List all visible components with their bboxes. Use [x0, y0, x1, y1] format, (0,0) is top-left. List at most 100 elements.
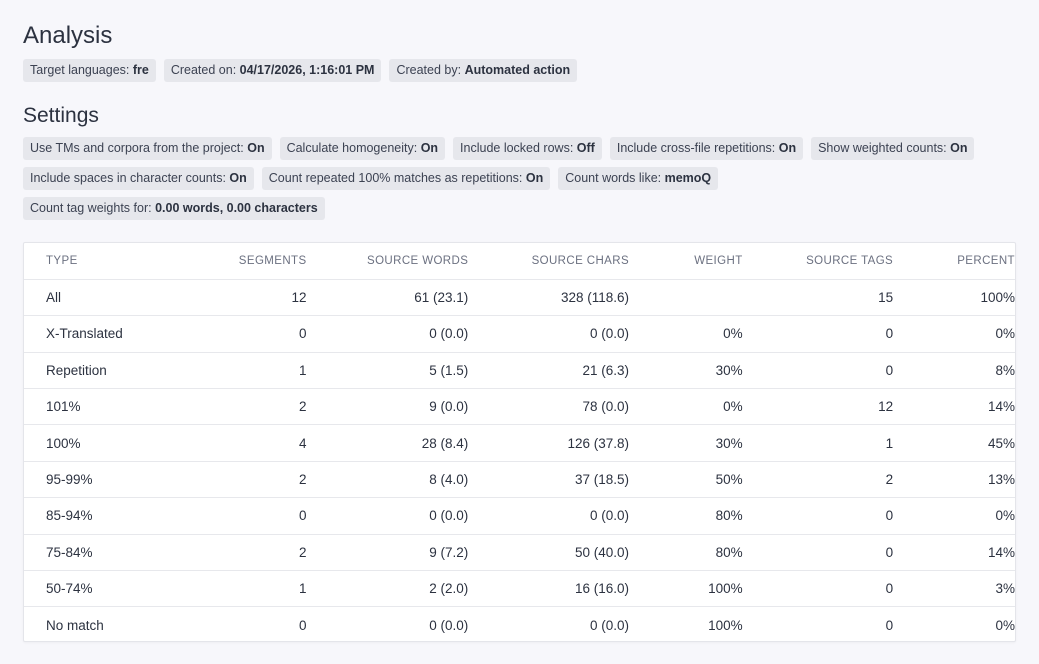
cell-segments: 0	[299, 617, 307, 633]
cell-percent: 8%	[995, 362, 1015, 378]
cell-source-words: 61 (23.1)	[414, 290, 469, 306]
cell-source-words: 9 (0.0)	[429, 399, 469, 415]
table-row: 100% 4 28 (8.4) 126 (37.8) 30% 1 45%	[24, 425, 1015, 462]
chip-created-on: Created on: 04/17/2026, 1:16:01 PM	[163, 59, 382, 82]
cell-percent: 14%	[987, 544, 1015, 560]
cell-segments: 2	[299, 472, 307, 488]
cell-type: 50-74%	[46, 581, 93, 597]
cell-weight: 80%	[715, 508, 743, 524]
cell-source-tags: 12	[878, 399, 894, 415]
cell-source-chars: 78 (0.0)	[582, 399, 630, 415]
cell-segments: 2	[299, 544, 307, 560]
cell-segments: 0	[299, 508, 307, 524]
cell-segments: 1	[299, 581, 307, 597]
analysis-table: TYPE SEGMENTS SOURCE WORDS SOURCE CHARS …	[24, 243, 1015, 643]
table-row: 85-94% 0 0 (0.0) 0 (0.0) 80% 0 0%	[24, 498, 1015, 535]
cell-source-words: 8 (4.0)	[429, 472, 469, 488]
cell-segments: 2	[299, 399, 307, 415]
cell-source-tags: 0	[885, 326, 894, 342]
col-header-percent: PERCENT	[957, 254, 1015, 267]
setting-cross-file: Include cross-file repetitions: On	[609, 137, 804, 160]
cell-type: All	[46, 290, 62, 306]
cell-segments: 0	[299, 326, 307, 342]
settings-row-1: Use TMs and corpora from the project: On…	[23, 137, 975, 160]
cell-percent: 14%	[987, 399, 1015, 415]
chip-created-by: Created by: Automated action	[389, 59, 578, 82]
setting-use-tms: Use TMs and corpora from the project: On	[23, 137, 272, 160]
cell-percent: 3%	[995, 581, 1015, 597]
table-row: 75-84% 2 9 (7.2) 50 (40.0) 80% 0 14%	[24, 534, 1015, 571]
setting-weighted-counts: Show weighted counts: On	[811, 137, 975, 160]
cell-weight: 100%	[708, 581, 743, 597]
table-row: No match 0 0 (0.0) 0 (0.0) 100% 0 0%	[24, 607, 1015, 643]
col-header-segments: SEGMENTS	[238, 254, 307, 267]
table-row: All 12 61 (23.1) 328 (118.6) 15 100%	[24, 279, 1015, 316]
setting-locked-rows: Include locked rows: Off	[453, 137, 602, 160]
cell-source-tags: 0	[885, 362, 894, 378]
col-header-weight: WEIGHT	[694, 254, 743, 267]
cell-source-tags: 0	[885, 508, 894, 524]
cell-weight: 80%	[715, 544, 743, 560]
cell-type: 100%	[46, 435, 81, 451]
analysis-table-card: TYPE SEGMENTS SOURCE WORDS SOURCE CHARS …	[23, 242, 1016, 642]
col-header-source-tags: SOURCE TAGS	[806, 254, 894, 267]
cell-source-tags: 0	[885, 617, 894, 633]
setting-tag-weights: Count tag weights for: 0.00 words, 0.00 …	[23, 197, 325, 220]
cell-source-chars: 16 (16.0)	[574, 581, 630, 597]
cell-percent: 0%	[995, 617, 1015, 633]
table-header-row: TYPE SEGMENTS SOURCE WORDS SOURCE CHARS …	[24, 243, 1015, 280]
cell-type: 101%	[46, 399, 81, 415]
setting-homogeneity: Calculate homogeneity: On	[279, 137, 446, 160]
cell-segments: 1	[299, 362, 307, 378]
analysis-page: Analysis Target languages: fre Created o…	[0, 0, 1039, 664]
chip-target-languages: Target languages: fre	[23, 59, 156, 82]
cell-source-tags: 0	[885, 544, 894, 560]
table-row: 50-74% 1 2 (2.0) 16 (16.0) 100% 0 3%	[24, 571, 1015, 607]
cell-segments: 12	[291, 290, 307, 306]
cell-source-chars: 37 (18.5)	[574, 472, 630, 488]
setting-count-words-like: Count words like: memoQ	[558, 167, 719, 190]
cell-type: No match	[46, 617, 104, 633]
table-row: X-Translated 0 0 (0.0) 0 (0.0) 0% 0 0%	[24, 316, 1015, 353]
cell-source-chars: 328 (118.6)	[560, 290, 630, 306]
cell-weight	[629, 279, 743, 315]
cell-source-tags: 2	[885, 472, 894, 488]
settings-row-2: Include spaces in character counts: On C…	[23, 167, 719, 190]
col-header-source-words: SOURCE WORDS	[367, 254, 469, 267]
cell-source-words: 5 (1.5)	[429, 362, 469, 378]
cell-percent: 0%	[995, 508, 1015, 524]
cell-weight: 30%	[715, 362, 743, 378]
cell-source-words: 0 (0.0)	[429, 617, 469, 633]
table-row: 95-99% 2 8 (4.0) 37 (18.5) 50% 2 13%	[24, 461, 1015, 498]
cell-type: 95-99%	[46, 472, 93, 488]
cell-source-words: 9 (7.2)	[429, 544, 469, 560]
cell-source-tags: 0	[885, 581, 894, 597]
cell-type: 85-94%	[46, 508, 93, 524]
cell-weight: 50%	[715, 472, 743, 488]
settings-title: Settings	[23, 104, 99, 127]
settings-row-3: Count tag weights for: 0.00 words, 0.00 …	[23, 197, 325, 220]
cell-source-tags: 15	[878, 290, 894, 306]
cell-source-words: 0 (0.0)	[429, 326, 469, 342]
cell-source-words: 0 (0.0)	[429, 508, 469, 524]
setting-spaces: Include spaces in character counts: On	[23, 167, 254, 190]
cell-weight: 100%	[708, 617, 743, 633]
cell-weight: 0%	[723, 326, 743, 342]
cell-source-tags: 1	[885, 435, 894, 451]
cell-percent: 100%	[980, 290, 1015, 306]
cell-source-words: 2 (2.0)	[429, 581, 469, 597]
cell-type: 75-84%	[46, 544, 93, 560]
cell-weight: 30%	[715, 435, 743, 451]
cell-percent: 45%	[987, 435, 1015, 451]
cell-source-words: 28 (8.4)	[421, 435, 469, 451]
col-header-type: TYPE	[46, 254, 78, 267]
cell-type: X-Translated	[46, 326, 123, 342]
meta-chips: Target languages: fre Created on: 04/17/…	[23, 59, 578, 82]
cell-percent: 0%	[995, 326, 1015, 342]
col-header-source-chars: SOURCE CHARS	[531, 254, 630, 267]
setting-repeated-matches: Count repeated 100% matches as repetitio…	[261, 167, 551, 190]
cell-segments: 4	[299, 435, 307, 451]
table-row: 101% 2 9 (0.0) 78 (0.0) 0% 12 14%	[24, 389, 1015, 425]
cell-weight: 0%	[723, 399, 743, 415]
cell-type: Repetition	[46, 362, 107, 378]
